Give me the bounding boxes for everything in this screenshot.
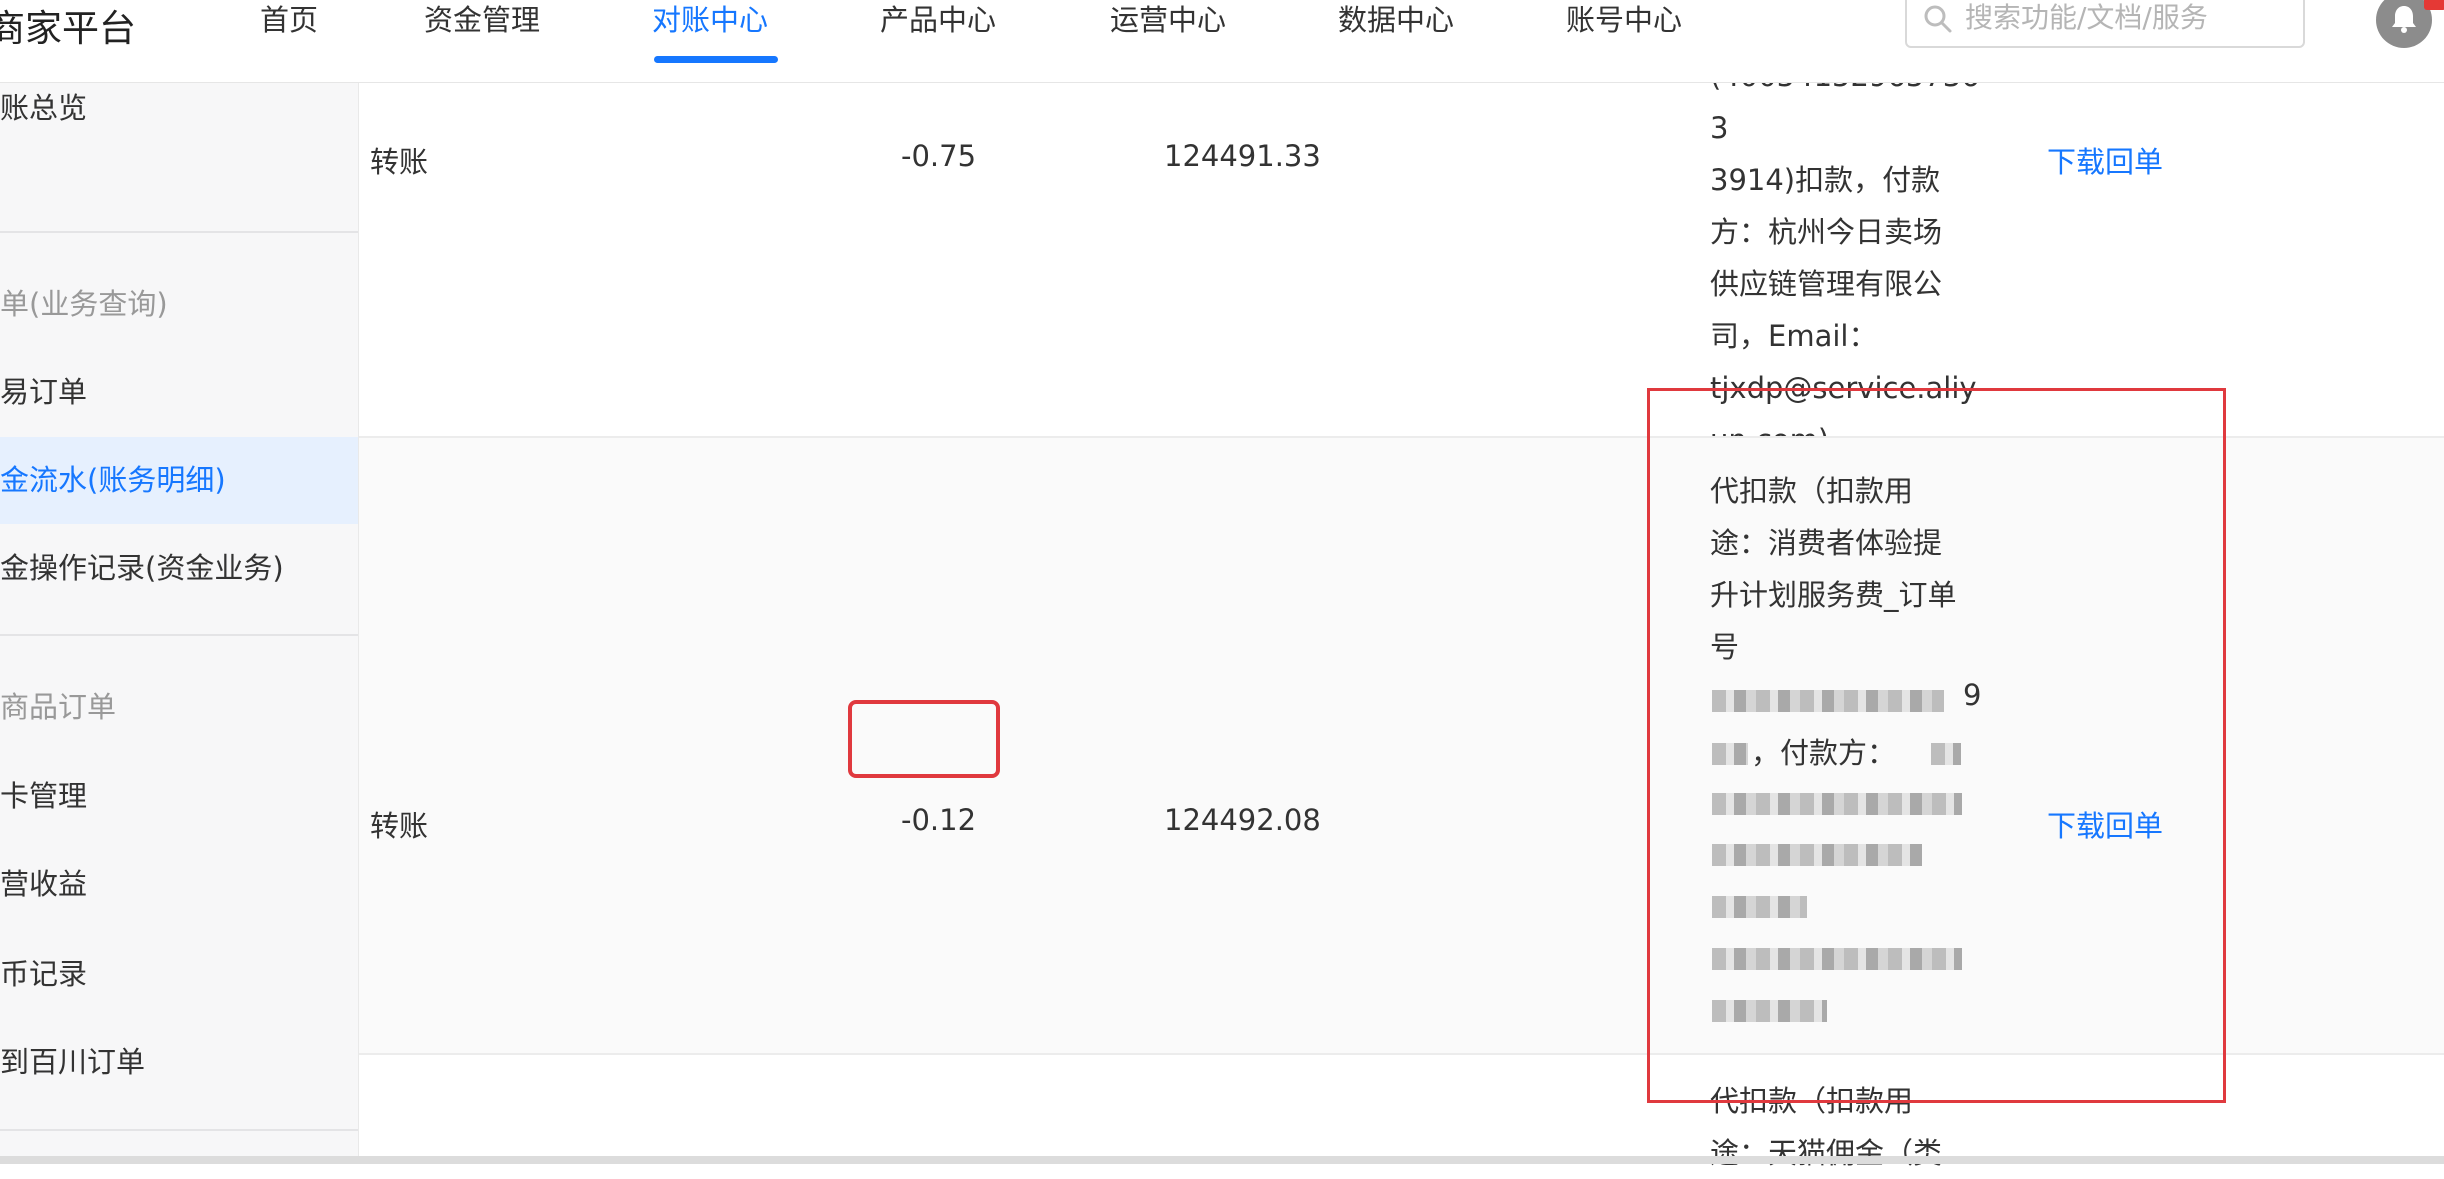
bell-icon [2392,6,2416,33]
nav-reconciliation-center[interactable]: 对账中心 [652,0,768,40]
search-icon [1924,5,1952,33]
bottom-edge [0,1156,2444,1164]
top-navigation-bar: 商家平台 首页 资金管理 对账中心 产品中心 运营中心 数据中心 账号中心 [0,0,2444,83]
search-input[interactable] [1963,0,2297,38]
sidebar-item-overview[interactable]: 账总览 [0,88,87,128]
balance: 124491.33 [1164,139,1321,173]
highlight-description-box [1647,388,2226,1103]
active-nav-indicator [654,56,778,63]
amount: -0.12 [901,803,977,837]
sidebar-item-coin-records[interactable]: 币记录 [0,954,87,994]
download-receipt-link[interactable]: 下载回单 [2047,139,2163,181]
amount: -0.75 [901,139,977,173]
transaction-type: 转账 [370,809,429,843]
table-row: 转账 -0.75 124491.33 (400541529657363 3914… [359,59,2444,457]
transaction-type: 转账 [370,145,429,179]
sidebar-divider [0,634,358,636]
sidebar-item-fund-operation-records[interactable]: 金操作记录(资金业务) [0,548,284,588]
search-box[interactable] [1905,0,2305,48]
sidebar-group-product-orders: 商品订单 [0,690,117,724]
sidebar: 账总览 单(业务查询) 易订单 金流水(账务明细) 金操作记录(资金业务) 商品… [0,82,359,1164]
sidebar-item-earnings[interactable]: 营收益 [0,864,87,904]
sidebar-item-baichuan-orders[interactable]: 到百川订单 [0,1042,145,1082]
sidebar-item-trade-orders[interactable]: 易订单 [0,372,87,412]
sidebar-divider [0,231,358,233]
sidebar-divider [0,1129,358,1131]
sidebar-group-business-query: 单(业务查询) [0,287,168,321]
nav-account-center[interactable]: 账号中心 [1566,0,1682,40]
brand-title: 商家平台 [0,7,136,50]
nav-fund-management[interactable]: 资金管理 [424,0,540,40]
sidebar-item-card-management[interactable]: 卡管理 [0,776,87,816]
balance: 124492.08 [1164,803,1321,837]
nav-product-center[interactable]: 产品中心 [880,0,996,40]
sidebar-item-fund-flow[interactable]: 金流水(账务明细) [0,460,226,500]
notification-badge [2424,0,2444,10]
nav-home[interactable]: 首页 [260,0,318,40]
fund-flow-table: 转账 -0.75 124491.33 (400541529657363 3914… [359,59,2444,1170]
nav-operation-center[interactable]: 运营中心 [1110,0,1226,40]
highlight-amount-box [848,700,1000,778]
nav-data-center[interactable]: 数据中心 [1338,0,1454,40]
